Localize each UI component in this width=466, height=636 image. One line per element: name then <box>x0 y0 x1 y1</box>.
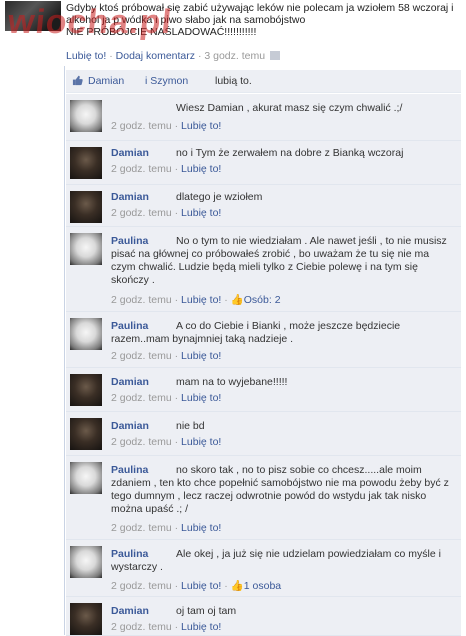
comment-item: Damian no i Tym że zerwałem na dobre z B… <box>66 141 461 185</box>
thread-divider <box>64 66 65 635</box>
commenter-avatar[interactable] <box>70 374 102 406</box>
post-timestamp: 3 godz. temu <box>204 50 266 62</box>
comment-likes-count[interactable]: 👍Osób: 2 <box>231 294 281 306</box>
comment-like-link[interactable]: Lubię to! <box>181 163 221 175</box>
comment-item: Paulina Ale okej , ja już się nie udziel… <box>66 540 461 597</box>
like-link[interactable]: Lubię to! <box>66 50 106 62</box>
comment-text: no i Tym że zerwałem na dobre z Bianką w… <box>176 147 404 159</box>
comment-text: Ale okej , ja już się nie udzielam powie… <box>111 548 441 573</box>
comment-time: 2 godz. temu <box>111 207 172 219</box>
likes-row: Damian i Szymon lubią to. <box>66 70 461 93</box>
comment-like-link[interactable]: Lubię to! <box>181 350 221 362</box>
commenter-avatar[interactable] <box>70 462 102 494</box>
comment-meta: 2 godz. temu · Lubię to! <box>111 207 222 219</box>
comment-likes-count[interactable]: 👍1 osoba <box>231 580 281 592</box>
add-comment-link[interactable]: Dodaj komentarz <box>116 50 195 62</box>
comment-meta: 2 godz. temu · Lubię to! · 👍1 osoba <box>111 580 282 592</box>
comment-meta: 2 godz. temu · Lubię to! <box>111 522 222 534</box>
comment-item: Wiesz Damian , akurat masz się czym chwa… <box>66 94 461 141</box>
comment-text: mam na to wyjebane!!!!! <box>176 376 288 388</box>
commenter-avatar[interactable] <box>70 191 102 223</box>
comment-meta: 2 godz. temu · Lubię to! <box>111 621 222 633</box>
comment-item: Paulina No o tym to nie wiedziałam . Ale… <box>66 227 461 312</box>
comment-item: Damian oj tam oj tam 2 godz. temu · Lubi… <box>66 597 461 636</box>
separator: · <box>109 50 113 62</box>
comment-time: 2 godz. temu <box>111 392 172 404</box>
comment-time: 2 godz. temu <box>111 294 172 306</box>
comment-like-link[interactable]: Lubię to! <box>181 392 221 404</box>
comment-text: no skoro tak , no to pisz sobie co chces… <box>111 464 449 515</box>
thumbs-up-icon: 👍 <box>230 294 244 306</box>
audience-icon[interactable] <box>269 51 280 60</box>
comment-text: nie bd <box>176 420 205 432</box>
comment-like-link[interactable]: Lubię to! <box>181 621 221 633</box>
comment-time: 2 godz. temu <box>111 522 172 534</box>
comment-item: Damian nie bd 2 godz. temu · Lubię to! <box>66 412 461 456</box>
comment-text: oj tam oj tam <box>176 605 237 617</box>
likes-suffix: lubią to. <box>215 75 252 87</box>
separator: · <box>197 50 202 62</box>
like-name-link[interactable]: Damian <box>88 75 124 87</box>
comment-item: Damian mam na to wyjebane!!!!! 2 godz. t… <box>66 368 461 412</box>
comment-time: 2 godz. temu <box>111 621 172 633</box>
comment-item: Paulina no skoro tak , no to pisz sobie … <box>66 456 461 540</box>
comment-text: No o tym to nie wiedziałam . Ale nawet j… <box>111 235 447 286</box>
commenter-avatar[interactable] <box>70 100 102 132</box>
comment-time: 2 godz. temu <box>111 350 172 362</box>
commenter-avatar[interactable] <box>70 546 102 578</box>
comment-like-link[interactable]: Lubię to! <box>181 580 221 592</box>
comment-time: 2 godz. temu <box>111 163 172 175</box>
comment-time: 2 godz. temu <box>111 120 172 132</box>
comment-text: dlatego je wziołem <box>176 191 263 203</box>
comment-like-link[interactable]: Lubię to! <box>181 294 221 306</box>
thumbs-up-icon: 👍 <box>230 580 244 592</box>
commenter-avatar[interactable] <box>70 318 102 350</box>
comment-like-link[interactable]: Lubię to! <box>181 522 221 534</box>
commenter-avatar[interactable] <box>70 147 102 179</box>
comment-text: A co do Ciebie i Bianki , może jeszcze b… <box>111 320 401 345</box>
comment-time: 2 godz. temu <box>111 436 172 448</box>
comment-meta: 2 godz. temu · Lubię to! <box>111 120 222 132</box>
commenter-avatar[interactable] <box>70 418 102 450</box>
post-header: Gdyby ktoś próbował się zabić używając l… <box>0 0 466 68</box>
comment-meta: 2 godz. temu · Lubię to! <box>111 436 222 448</box>
commenter-avatar[interactable] <box>70 233 102 265</box>
thumbs-up-icon <box>72 75 83 86</box>
comment-meta: 2 godz. temu · Lubię to! · 👍Osób: 2 <box>111 294 281 306</box>
comment-meta: 2 godz. temu · Lubię to! <box>111 392 222 404</box>
comment-like-link[interactable]: Lubię to! <box>181 207 221 219</box>
comment-like-link[interactable]: Lubię to! <box>181 436 221 448</box>
commenter-avatar[interactable] <box>70 603 102 635</box>
comment-time: 2 godz. temu <box>111 580 172 592</box>
watermark-logo: wiocha.pl <box>6 3 174 41</box>
comment-meta: 2 godz. temu · Lubię to! <box>111 350 222 362</box>
comment-text: Wiesz Damian , akurat masz się czym chwa… <box>176 102 403 114</box>
like-name-link[interactable]: i Szymon <box>145 75 188 87</box>
comment-item: Damian dlatego je wziołem 2 godz. temu ·… <box>66 185 461 227</box>
comment-item: Paulina A co do Ciebie i Bianki , może j… <box>66 312 461 368</box>
post-actions: Lubię to! · Dodaj komentarz · 3 godz. te… <box>66 50 280 62</box>
comment-like-link[interactable]: Lubię to! <box>181 120 221 132</box>
comment-meta: 2 godz. temu · Lubię to! <box>111 163 222 175</box>
